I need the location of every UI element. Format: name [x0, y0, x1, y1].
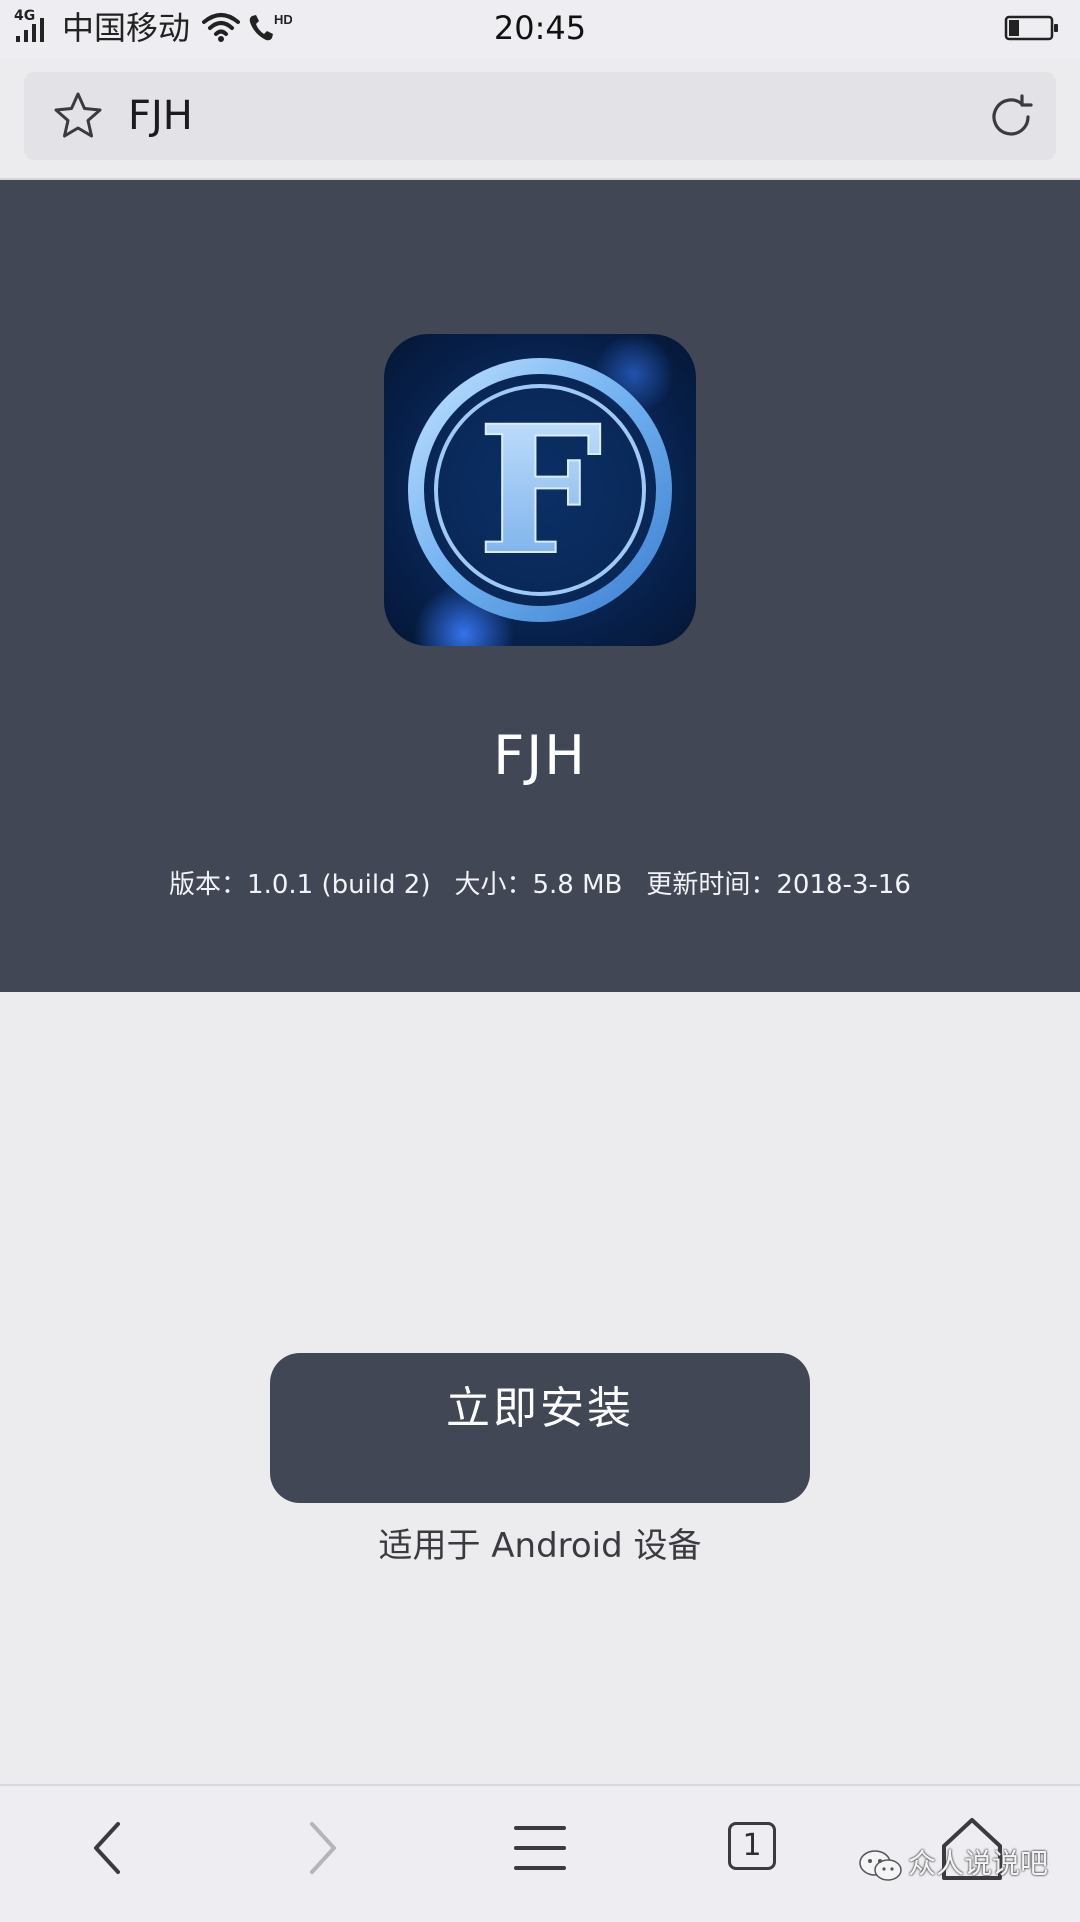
app-icon-letter: F	[478, 387, 603, 594]
app-name: FJH	[493, 724, 587, 787]
back-icon[interactable]	[68, 1808, 148, 1888]
tabs-icon[interactable]: 1	[714, 1808, 794, 1888]
status-time: 20:45	[493, 9, 587, 47]
watermark-text: 众人说说吧	[908, 1847, 1049, 1880]
app-icon: F	[384, 334, 696, 646]
app-meta: 版本：1.0.1 (build 2) 大小：5.8 MB 更新时间：2018-3-1…	[0, 868, 1080, 902]
app-size: 大小：5.8 MB	[454, 870, 623, 900]
menu-icon[interactable]	[500, 1808, 580, 1888]
app-updated: 更新时间：2018-3-16	[646, 870, 911, 900]
install-note: 适用于 Android 设备	[378, 1526, 702, 1566]
tab-count: 1	[728, 1822, 776, 1870]
forward-icon[interactable]	[282, 1808, 362, 1888]
address-bar[interactable]: FJH	[24, 72, 1056, 160]
app-version: 版本：1.0.1 (build 2)	[169, 870, 431, 900]
wechat-icon	[859, 1850, 902, 1881]
reload-icon[interactable]	[984, 90, 1038, 144]
star-icon[interactable]	[52, 90, 104, 142]
page-title[interactable]: FJH	[128, 92, 193, 140]
battery-icon	[1004, 15, 1058, 41]
app-header-panel: F FJH 版本：1.0.1 (build 2) 大小：5.8 MB 更新时间：20…	[0, 180, 1080, 992]
status-bar: 4G 中国移动 HD 20:45	[0, 0, 1080, 58]
install-button[interactable]: 立即安装	[270, 1353, 810, 1503]
